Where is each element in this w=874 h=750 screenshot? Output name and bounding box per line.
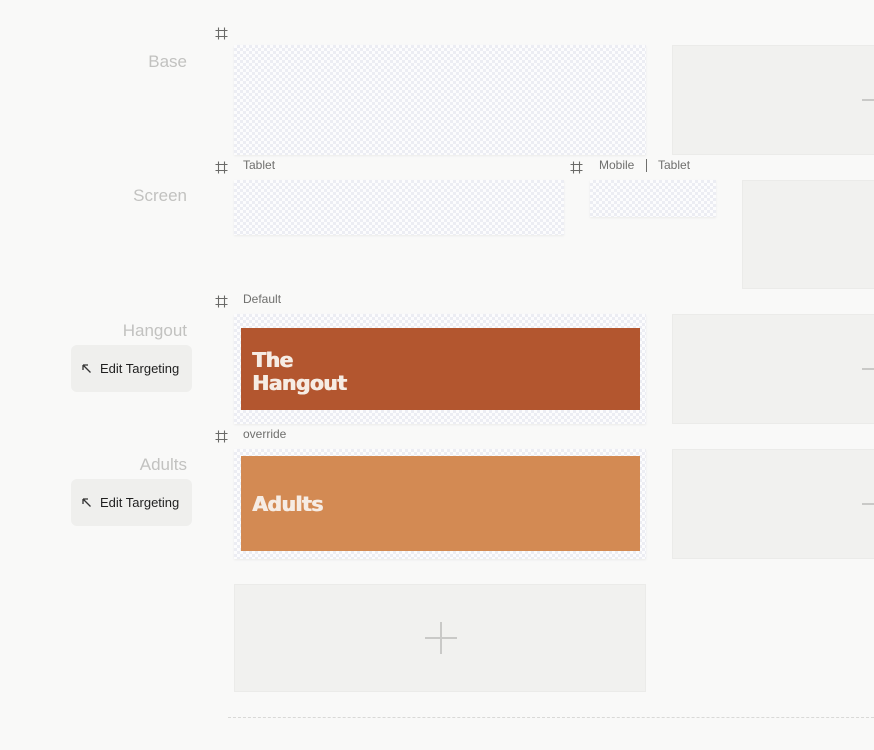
plus-icon-vertical [440,622,442,654]
arrow-up-left-icon [82,364,91,373]
edit-targeting-label: Edit Targeting [100,361,180,376]
hangout-preview-card[interactable] [672,314,874,424]
edit-targeting-button-adults[interactable]: Edit Targeting [71,479,192,526]
dash-mark [862,99,874,101]
adults-frame-canvas[interactable]: Adults [234,449,646,559]
frame-icon[interactable] [570,161,583,174]
hangout-frame-canvas[interactable]: The Hangout [234,314,646,424]
row-label-screen: Screen [133,186,187,205]
dash-mark [862,368,874,370]
adults-preview-card[interactable] [672,449,874,559]
frame-label-separator [646,159,647,172]
banner-title: Adults [252,492,323,516]
base-frame-canvas[interactable] [234,45,646,155]
frame-label-override[interactable]: override [243,427,286,441]
arrow-up-left-icon [82,498,91,507]
frame-label-default[interactable]: Default [243,292,281,306]
hangout-banner[interactable]: The Hangout [241,328,640,410]
frame-icon[interactable] [215,161,228,174]
frame-icon[interactable] [215,27,228,40]
base-preview-card[interactable] [672,45,874,155]
screen-mobile-canvas[interactable] [590,180,716,217]
frame-label-tablet[interactable]: Tablet [243,158,275,172]
frame-icon[interactable] [215,430,228,443]
dash-mark [862,503,874,505]
row-label-adults: Adults [139,455,187,474]
frame-label-mobile[interactable]: Mobile [599,158,634,172]
frame-icon[interactable] [215,295,228,308]
edit-targeting-button-hangout[interactable]: Edit Targeting [71,345,192,392]
edit-targeting-label: Edit Targeting [100,495,180,510]
banner-title: The Hangout [252,348,347,395]
add-row-button[interactable] [234,584,646,692]
row-label-base: Base [148,52,187,71]
screen-preview-card[interactable] [742,180,874,289]
row-label-hangout: Hangout [122,321,187,340]
screen-tablet-canvas[interactable] [234,180,564,235]
bottom-divider [228,717,874,718]
frame-label-tablet-2[interactable]: Tablet [658,158,690,172]
adults-banner[interactable]: Adults [241,456,640,551]
